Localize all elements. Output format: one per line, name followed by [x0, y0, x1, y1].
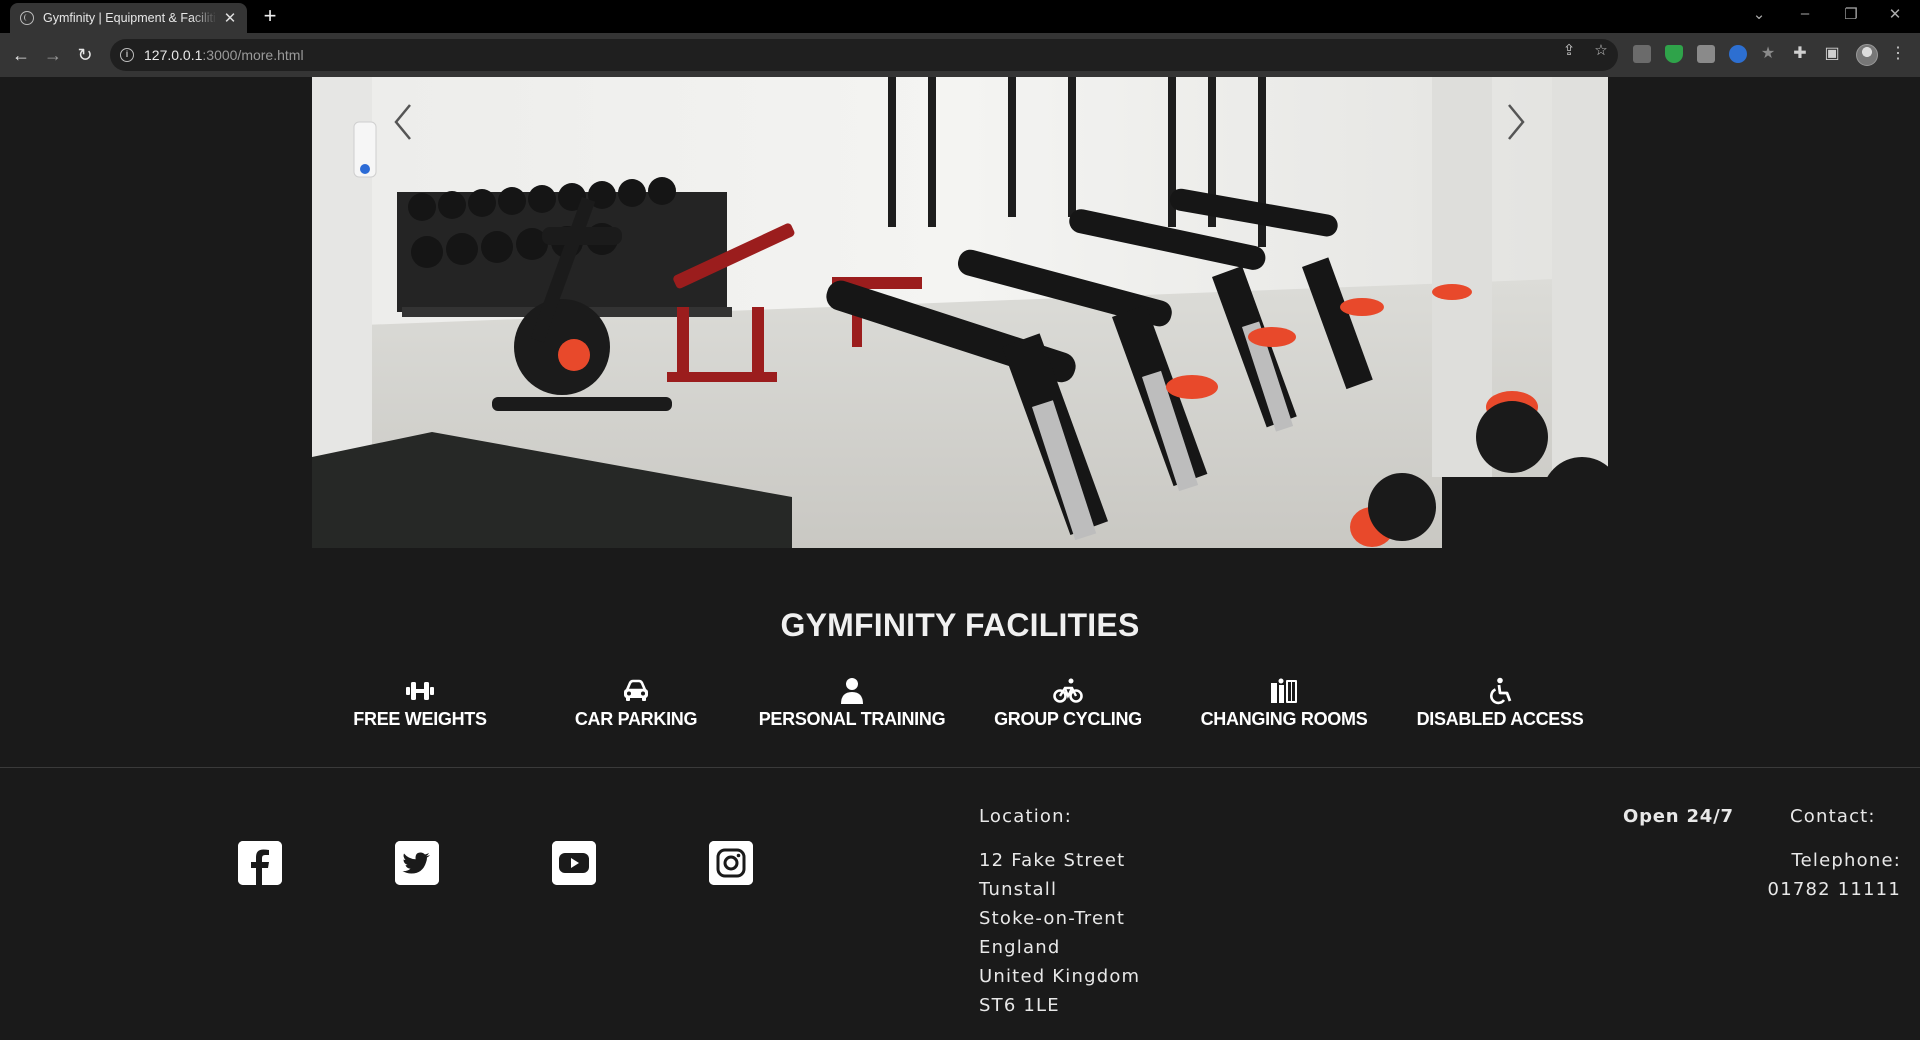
- minimize-icon[interactable]: –: [1795, 5, 1815, 22]
- twitter-icon[interactable]: [395, 841, 439, 885]
- telephone-label: Telephone:: [1791, 850, 1901, 871]
- facility-changing-rooms: CHANGING ROOMS: [1176, 677, 1392, 730]
- browser-tabstrip: Gymfinity | Equipment & Facilities ✕ + ⌄…: [0, 0, 1920, 33]
- new-tab-button[interactable]: +: [258, 5, 282, 27]
- facilities-heading: GYMFINITY FACILITIES: [780, 607, 1140, 643]
- facility-label: DISABLED ACCESS: [1416, 709, 1584, 729]
- site-info-icon[interactable]: i: [120, 48, 134, 62]
- carousel-next-icon[interactable]: [1501, 99, 1531, 145]
- facility-disabled-access: DISABLED ACCESS: [1392, 677, 1608, 730]
- address-line: Stoke-on-Trent: [979, 908, 1126, 929]
- facility-label: CAR PARKING: [574, 709, 698, 729]
- facebook-icon[interactable]: [238, 841, 282, 885]
- address-line: Tunstall: [979, 879, 1058, 900]
- person-icon: [841, 678, 863, 704]
- address-line: 12 Fake Street: [979, 850, 1126, 871]
- youtube-icon[interactable]: [552, 841, 596, 885]
- wheelchair-icon: [1490, 677, 1512, 705]
- address-line: ST6 1LE: [979, 995, 1060, 1016]
- facility-group-cycling: GROUP CYCLING: [960, 677, 1176, 730]
- forward-icon[interactable]: →: [41, 43, 65, 67]
- facility-free-weights: FREE WEIGHTS: [312, 677, 528, 730]
- gym-equipment-image: [312, 77, 1608, 548]
- browser-toolbar: ← → ↻ i 127.0.0.1:3000/more.html ⇪ ☆ ★ ✚…: [0, 33, 1920, 77]
- side-panel-icon[interactable]: ▣: [1822, 44, 1842, 64]
- url-path: :3000/more.html: [202, 47, 304, 63]
- menu-kebab-icon[interactable]: ⋮: [1888, 44, 1908, 64]
- profile-avatar[interactable]: [1856, 44, 1878, 66]
- contact-title: Contact:: [1790, 806, 1876, 827]
- extension-blue-icon[interactable]: [1729, 45, 1747, 63]
- extensions-puzzle-icon[interactable]: ✚: [1790, 44, 1810, 64]
- tab-search-icon[interactable]: ⌄: [1749, 5, 1769, 23]
- page-viewport: GYMFINITY FACILITIES FREE WEIGHTS CAR PA…: [0, 77, 1920, 1040]
- tab-close-button[interactable]: ✕: [221, 9, 239, 27]
- extension-translate-icon[interactable]: [1697, 45, 1715, 63]
- carousel-prev-icon[interactable]: [388, 99, 418, 145]
- facility-personal-training: PERSONAL TRAINING: [744, 677, 960, 730]
- car-icon: [624, 679, 648, 701]
- globe-icon: [20, 11, 34, 25]
- telephone-block: Telephone: 01782 11111: [1767, 846, 1901, 904]
- extension-shield-icon[interactable]: [1665, 45, 1683, 63]
- opening-hours: Open 24/7: [1623, 806, 1734, 827]
- bookmark-star-icon[interactable]: ☆: [1592, 41, 1610, 59]
- tab-title: Gymfinity | Equipment & Facilities: [43, 11, 217, 25]
- extension-star-icon[interactable]: ★: [1758, 44, 1778, 64]
- window-close-icon[interactable]: ✕: [1885, 5, 1905, 23]
- share-icon[interactable]: ⇪: [1560, 41, 1578, 59]
- address-block: 12 Fake Street Tunstall Stoke-on-Trent E…: [979, 846, 1140, 1020]
- footer-divider: [0, 767, 1920, 768]
- extension-cloud-icon[interactable]: [1633, 45, 1651, 63]
- telephone-number[interactable]: 01782 11111: [1767, 875, 1901, 904]
- facility-label: PERSONAL TRAINING: [758, 709, 946, 729]
- facility-label: CHANGING ROOMS: [1200, 709, 1368, 729]
- facility-car-parking: CAR PARKING: [528, 677, 744, 730]
- reload-icon[interactable]: ↻: [73, 43, 97, 67]
- instagram-icon[interactable]: [709, 841, 753, 885]
- gym-image-carousel: [312, 77, 1608, 548]
- address-line: United Kingdom: [979, 966, 1141, 987]
- facility-label: FREE WEIGHTS: [353, 709, 487, 729]
- restroom-icon: [1271, 678, 1297, 703]
- bicycle-icon: [1053, 678, 1083, 703]
- dumbbell-icon: [406, 682, 434, 700]
- back-icon[interactable]: ←: [9, 43, 33, 67]
- facility-label: GROUP CYCLING: [994, 709, 1142, 729]
- restore-icon[interactable]: ❐: [1841, 5, 1861, 23]
- url-host: 127.0.0.1: [144, 47, 203, 63]
- browser-tab[interactable]: Gymfinity | Equipment & Facilities ✕: [10, 3, 247, 33]
- address-line: England: [979, 937, 1061, 958]
- address-bar[interactable]: i 127.0.0.1:3000/more.html: [110, 39, 1618, 71]
- location-title: Location:: [979, 806, 1072, 827]
